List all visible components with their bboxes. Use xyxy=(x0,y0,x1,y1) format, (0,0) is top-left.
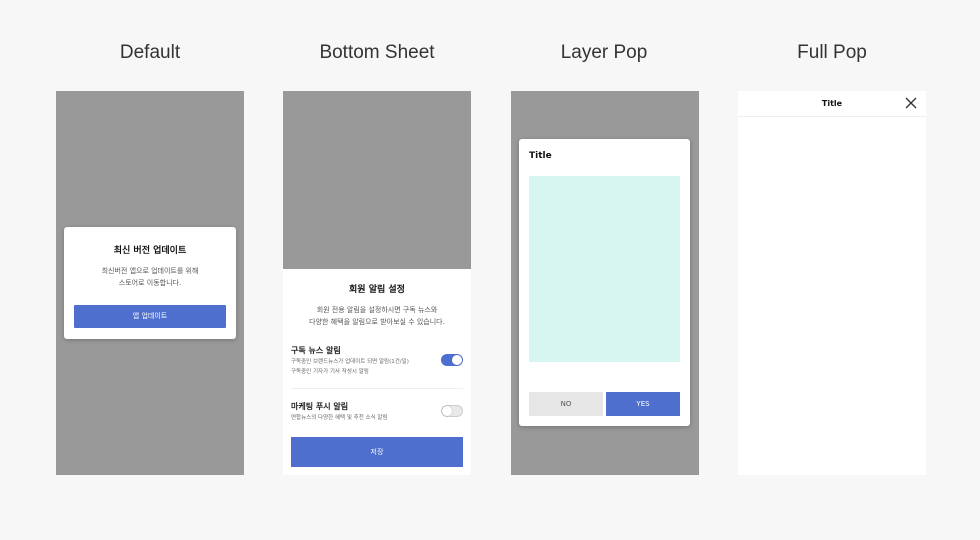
column-title-default: Default xyxy=(119,42,181,63)
sheet-description-line: 다양한 혜택을 알림으로 받아보실 수 있습니다. xyxy=(309,318,445,326)
option-desc-line: 연합뉴스의 다양한 혜택 및 추천 소식 알림 xyxy=(291,415,388,421)
column-title-full-pop: Full Pop xyxy=(797,42,867,63)
layer-popup: Title NO YES xyxy=(519,139,690,426)
app-update-button[interactable]: 앱 업데이트 xyxy=(74,305,226,328)
option-desc-marketing: 연합뉴스의 다양한 혜택 및 추천 소식 알림 xyxy=(291,413,388,423)
no-button[interactable]: NO xyxy=(529,392,603,416)
sheet-description: 회원 전용 알림을 설정하시면 구독 뉴스와 다양한 혜택을 알림으로 받아보실… xyxy=(293,304,461,328)
bottom-sheet-screen: 회원 알림 설정 회원 전용 알림을 설정하시면 구독 뉴스와 다양한 혜택을 … xyxy=(283,91,471,475)
column-title-layer-pop: Layer Pop xyxy=(560,42,648,63)
full-pop-header: Title xyxy=(738,91,926,117)
bottom-sheet: 회원 알림 설정 회원 전용 알림을 설정하시면 구독 뉴스와 다양한 혜택을 … xyxy=(283,269,471,475)
dialog-title: 최신 버전 업데이트 xyxy=(113,246,187,256)
full-pop-screen: Title xyxy=(738,91,926,475)
option-desc-subscription: 구독중인 브랜드뉴스가 업데이트 되면 알림(1건/일) 구독중인 기자가 기사… xyxy=(291,357,409,377)
dialog-body-line: 스토어로 이동합니다. xyxy=(118,279,182,287)
subscription-toggle[interactable] xyxy=(441,354,463,366)
full-pop-title: Title xyxy=(821,99,843,108)
toggle-knob xyxy=(452,355,462,365)
sheet-title: 회원 알림 설정 xyxy=(349,285,405,295)
option-desc-line: 구독중인 브랜드뉴스가 업데이트 되면 알림(1건/일) xyxy=(291,359,409,365)
option-title-subscription: 구독 뉴스 알림 xyxy=(291,346,341,355)
yes-button[interactable]: YES xyxy=(606,392,680,416)
divider xyxy=(291,388,463,389)
column-title-bottom-sheet: Bottom Sheet xyxy=(319,42,435,63)
dialog-body-line: 최신버전 앱으로 업데이트를 위해 xyxy=(101,267,199,275)
marketing-toggle[interactable] xyxy=(441,405,463,417)
default-screen: 최신 버전 업데이트 최신버전 앱으로 업데이트를 위해 스토어로 이동합니다.… xyxy=(56,91,244,475)
toggle-knob xyxy=(442,406,452,416)
sheet-description-line: 회원 전용 알림을 설정하시면 구독 뉴스와 xyxy=(316,306,438,314)
update-dialog: 최신 버전 업데이트 최신버전 앱으로 업데이트를 위해 스토어로 이동합니다.… xyxy=(64,227,236,339)
dialog-body: 최신버전 앱으로 업데이트를 위해 스토어로 이동합니다. xyxy=(78,265,222,289)
option-desc-line: 구독중인 기자가 기사 작성시 알림 xyxy=(291,369,369,375)
layer-popup-title: Title xyxy=(529,151,552,161)
layer-pop-screen: Title NO YES xyxy=(511,91,699,475)
option-title-marketing: 마케팅 푸시 알림 xyxy=(291,402,349,411)
layer-popup-content xyxy=(529,176,680,362)
close-icon[interactable] xyxy=(904,96,918,110)
save-button[interactable]: 저장 xyxy=(291,437,463,467)
